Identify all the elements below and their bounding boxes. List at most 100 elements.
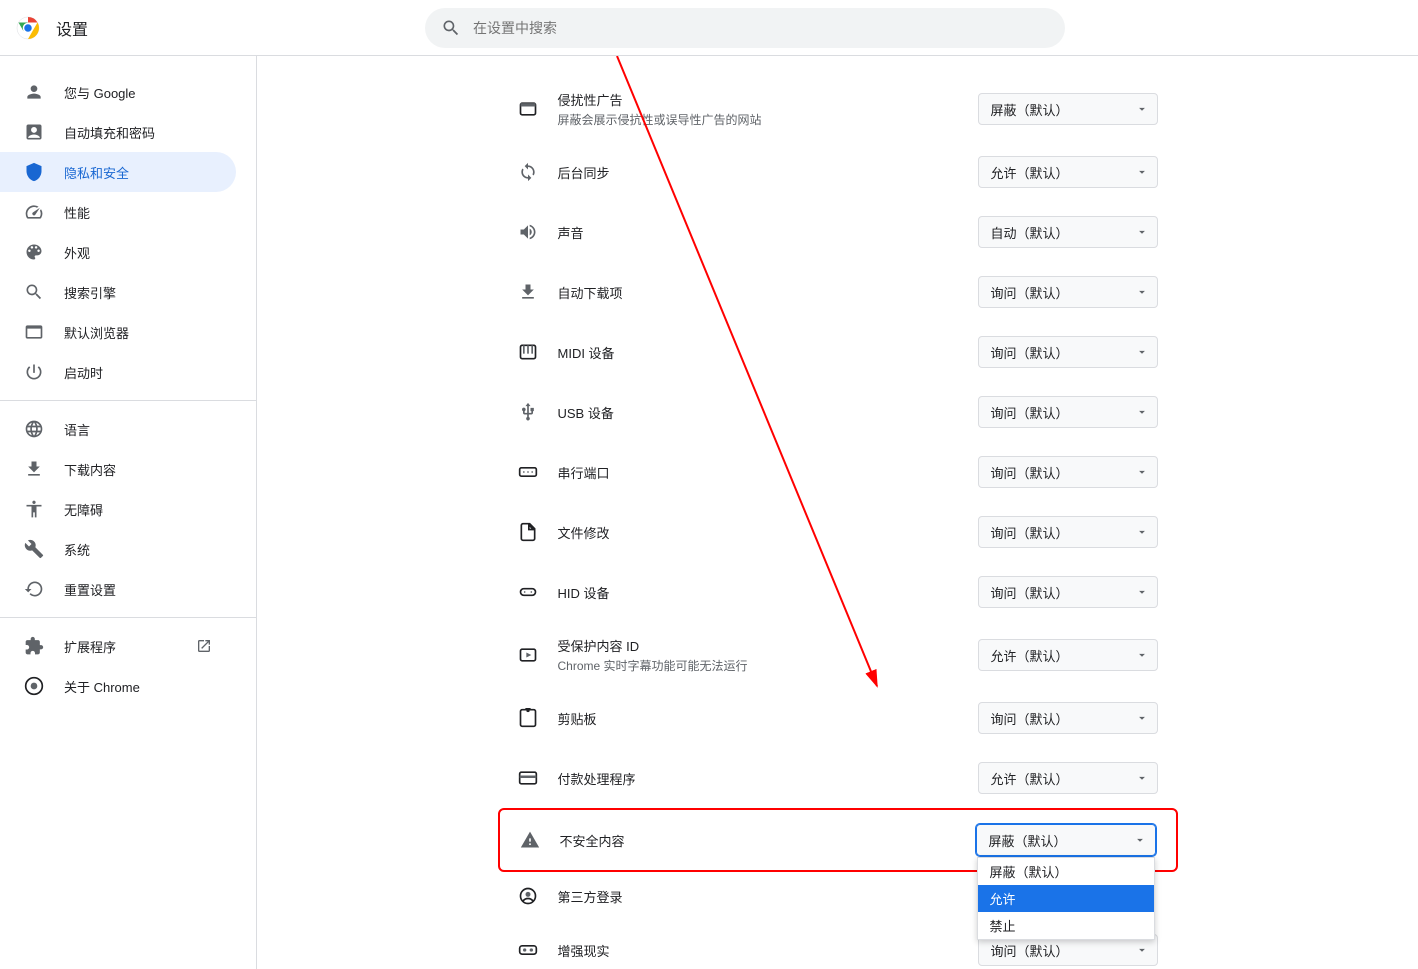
sidebar-item-label: 语言 xyxy=(64,420,90,439)
dropdown-value: 询问（默认） xyxy=(991,709,1069,728)
protected-icon xyxy=(518,645,538,665)
hid-icon xyxy=(518,582,538,602)
dropdown-value: 屏蔽（默认） xyxy=(989,831,1067,850)
serial-icon xyxy=(518,462,538,482)
sidebar-item-label: 您与 Google xyxy=(64,83,136,102)
chevron-down-icon xyxy=(1135,285,1149,299)
reset-icon xyxy=(24,579,44,599)
dropdown-value: 允许（默认） xyxy=(991,769,1069,788)
setting-dropdown[interactable]: 询问（默认） xyxy=(978,516,1158,548)
setting-subtitle: 屏蔽会展示侵抗性或误导性广告的网站 xyxy=(558,111,958,128)
chevron-down-icon xyxy=(1135,771,1149,785)
search-icon xyxy=(24,282,44,302)
chevron-down-icon xyxy=(1135,405,1149,419)
setting-dropdown[interactable]: 询问（默认） xyxy=(978,336,1158,368)
dropdown-option[interactable]: 屏蔽（默认） xyxy=(978,858,1154,885)
setting-dropdown[interactable]: 询问（默认） xyxy=(978,576,1158,608)
sidebar: 您与 Google 自动填充和密码隐私和安全性能外观搜索引擎默认浏览器启动时语言下… xyxy=(0,56,256,969)
setting-row-warning: 不安全内容 屏蔽（默认）屏蔽（默认）允许禁止 xyxy=(498,808,1178,872)
setting-text: 剪贴板 xyxy=(558,709,958,728)
globe-icon xyxy=(24,419,44,439)
search-input[interactable] xyxy=(473,20,1049,36)
setting-row-hid: HID 设备 询问（默认） xyxy=(498,562,1178,622)
sidebar-item-download[interactable]: 下载内容 xyxy=(0,449,236,489)
chevron-down-icon xyxy=(1135,345,1149,359)
setting-row-midi: MIDI 设备 询问（默认） xyxy=(498,322,1178,382)
setting-dropdown[interactable]: 询问（默认） xyxy=(978,396,1158,428)
setting-dropdown[interactable]: 询问（默认） xyxy=(978,702,1158,734)
chevron-down-icon xyxy=(1135,648,1149,662)
setting-row-serial: 串行端口 询问（默认） xyxy=(498,442,1178,502)
setting-dropdown[interactable]: 屏蔽（默认） xyxy=(978,93,1158,125)
setting-title: 自动下载项 xyxy=(558,283,958,302)
sidebar-item-globe[interactable]: 语言 xyxy=(0,409,236,449)
autofill-icon xyxy=(24,122,44,142)
setting-row-ads: 侵扰性广告屏蔽会展示侵抗性或误导性广告的网站屏蔽（默认） xyxy=(498,76,1178,142)
setting-dropdown[interactable]: 允许（默认） xyxy=(978,762,1158,794)
setting-dropdown[interactable]: 屏蔽（默认）屏蔽（默认）允许禁止 xyxy=(976,824,1156,856)
sidebar-item-reset[interactable]: 重置设置 xyxy=(0,569,236,609)
setting-title: 受保护内容 ID xyxy=(558,636,958,655)
sidebar-item-speed[interactable]: 性能 xyxy=(0,192,236,232)
dropdown-option[interactable]: 禁止 xyxy=(978,912,1154,939)
setting-text: 付款处理程序 xyxy=(558,769,958,788)
setting-row-download: 自动下载项 询问（默认） xyxy=(498,262,1178,322)
sidebar-item-label: 无障碍 xyxy=(64,500,103,519)
chevron-down-icon xyxy=(1135,943,1149,957)
dropdown-value: 询问（默认） xyxy=(991,583,1069,602)
sidebar-item-person[interactable]: 您与 Google xyxy=(0,72,236,112)
chevron-down-icon xyxy=(1133,833,1147,847)
setting-text: 后台同步 xyxy=(558,163,958,182)
dropdown-menu: 屏蔽（默认）允许禁止 xyxy=(977,857,1155,940)
usb-icon xyxy=(518,402,538,422)
sidebar-item-label: 关于 Chrome xyxy=(64,677,140,696)
warning-icon xyxy=(520,830,540,850)
sidebar-item-autofill[interactable]: 自动填充和密码 xyxy=(0,112,236,152)
sidebar-item-chrome[interactable]: 关于 Chrome xyxy=(0,666,236,706)
extension-icon xyxy=(24,636,44,656)
sidebar-item-palette[interactable]: 外观 xyxy=(0,232,236,272)
search-box[interactable] xyxy=(425,8,1065,48)
sidebar-item-extension[interactable]: 扩展程序 xyxy=(0,626,236,666)
sidebar-item-power[interactable]: 启动时 xyxy=(0,352,236,392)
dropdown-value: 询问（默认） xyxy=(991,523,1069,542)
sidebar-item-label: 系统 xyxy=(64,540,90,559)
setting-dropdown[interactable]: 询问（默认） xyxy=(978,276,1158,308)
search-icon xyxy=(441,18,461,38)
dropdown-option[interactable]: 允许 xyxy=(978,885,1154,912)
dropdown-value: 允许（默认） xyxy=(991,163,1069,182)
setting-row-usb: USB 设备询问（默认） xyxy=(498,382,1178,442)
setting-title: HID 设备 xyxy=(558,583,958,602)
setting-text: 侵扰性广告屏蔽会展示侵抗性或误导性广告的网站 xyxy=(558,90,958,128)
setting-title: MIDI 设备 xyxy=(558,343,958,362)
dropdown-value: 询问（默认） xyxy=(991,403,1069,422)
setting-dropdown[interactable]: 询问（默认） xyxy=(978,456,1158,488)
setting-row-sound: 声音 自动（默认） xyxy=(498,202,1178,262)
setting-text: 文件修改 xyxy=(558,523,958,542)
sidebar-item-search[interactable]: 搜索引擎 xyxy=(0,272,236,312)
setting-title: 付款处理程序 xyxy=(558,769,958,788)
setting-dropdown[interactable]: 允许（默认） xyxy=(978,156,1158,188)
setting-title: 串行端口 xyxy=(558,463,958,482)
setting-text: HID 设备 xyxy=(558,583,958,602)
sidebar-item-label: 启动时 xyxy=(64,363,103,382)
sidebar-item-label: 默认浏览器 xyxy=(64,323,129,342)
sidebar-item-shield[interactable]: 隐私和安全 xyxy=(0,152,236,192)
chevron-down-icon xyxy=(1135,102,1149,116)
setting-title: 不安全内容 xyxy=(560,831,956,850)
chevron-down-icon xyxy=(1135,525,1149,539)
setting-text: 声音 xyxy=(558,223,958,242)
setting-title: 侵扰性广告 xyxy=(558,90,958,109)
setting-text: 不安全内容 xyxy=(560,831,956,850)
main-content: 滑到 不安全内容里，选项切换到允许即可 侵扰性广告屏蔽会展示侵抗性或误导性广告的… xyxy=(256,56,1418,969)
sidebar-item-browser[interactable]: 默认浏览器 xyxy=(0,312,236,352)
midi-icon xyxy=(518,342,538,362)
setting-dropdown[interactable]: 允许（默认） xyxy=(978,639,1158,671)
power-icon xyxy=(24,362,44,382)
chrome-logo-icon xyxy=(16,16,40,40)
sidebar-item-wrench[interactable]: 系统 xyxy=(0,529,236,569)
setting-title: 文件修改 xyxy=(558,523,958,542)
dropdown-value: 询问（默认） xyxy=(991,283,1069,302)
setting-dropdown[interactable]: 自动（默认） xyxy=(978,216,1158,248)
sidebar-item-accessibility[interactable]: 无障碍 xyxy=(0,489,236,529)
